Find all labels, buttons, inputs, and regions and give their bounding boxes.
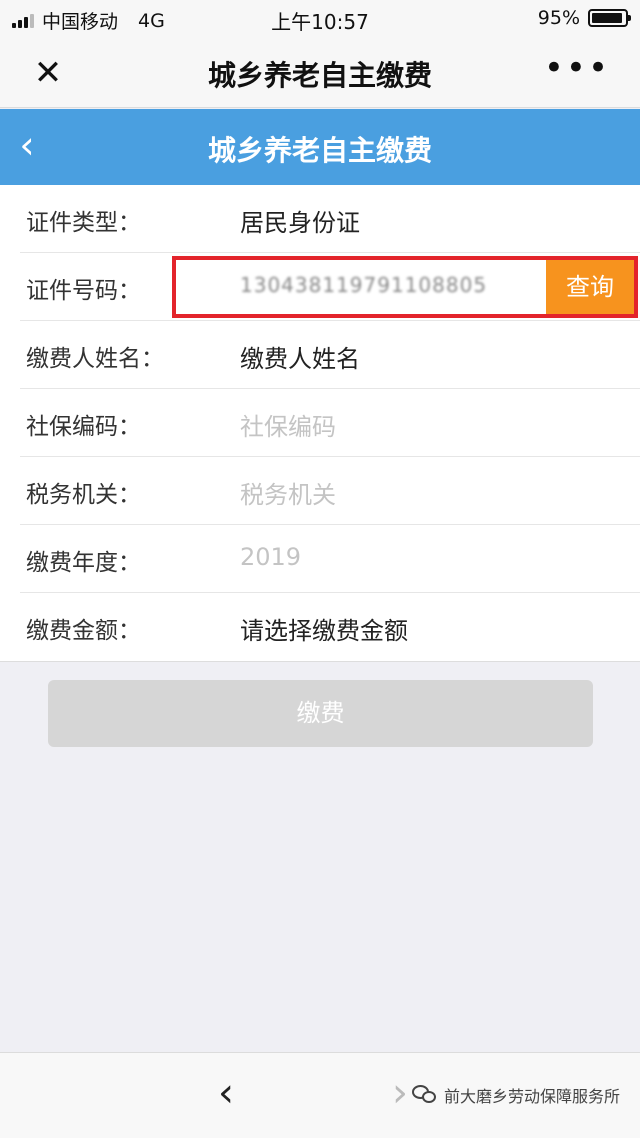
battery-icon: [588, 9, 631, 27]
battery-fill: [592, 13, 623, 23]
query-button[interactable]: 查询: [546, 260, 634, 314]
status-bar: 中国移动 4G 上午10:57 95%: [0, 0, 640, 36]
chevron-left-icon[interactable]: ‹: [218, 1073, 234, 1113]
more-icon[interactable]: •••: [544, 48, 610, 88]
payment-amount-select[interactable]: 请选择缴费金额: [240, 611, 408, 646]
payment-amount-label: 缴费金额：: [26, 618, 141, 644]
id-number-input[interactable]: 130438119791108805: [240, 273, 487, 297]
id-type-value[interactable]: 居民身份证: [240, 203, 360, 238]
payer-name-label: 缴费人姓名：: [26, 346, 164, 372]
form-row-social-security-code: 社保编码： 社保编码: [20, 389, 640, 457]
id-number-highlight: 130438119791108805 查询: [172, 256, 638, 318]
form-row-payment-year: 缴费年度： 2019: [20, 525, 640, 593]
id-type-label: 证件类型：: [26, 210, 141, 236]
payer-name-value: 缴费人姓名: [240, 345, 360, 373]
battery-percent: 95%: [537, 7, 580, 29]
social-security-code-label: 社保编码：: [26, 414, 141, 440]
payment-form: 证件类型： 居民身份证 证件号码： 130438119791108805 查询 …: [0, 185, 640, 662]
form-row-tax-authority: 税务机关： 税务机关: [20, 457, 640, 525]
bottom-browser-bar: ‹ › 前大磨乡劳动保障服务所: [0, 1052, 640, 1138]
page-nav-bar: ‹ 城乡养老自主缴费: [0, 109, 640, 185]
form-row-payer-name: 缴费人姓名： 缴费人姓名: [20, 321, 640, 389]
id-number-label: 证件号码：: [26, 278, 141, 304]
payment-year-label: 缴费年度：: [26, 550, 141, 576]
page-title: 城乡养老自主缴费: [207, 134, 432, 167]
tax-authority-label: 税务机关：: [26, 482, 141, 508]
tax-authority-field[interactable]: 税务机关: [240, 475, 336, 510]
watermark: 前大磨乡劳动保障服务所: [411, 1083, 620, 1107]
form-row-id-type[interactable]: 证件类型： 居民身份证: [20, 185, 640, 253]
chevron-right-icon[interactable]: ›: [392, 1073, 408, 1113]
wechat-header: ✕ 城乡养老自主缴费 •••: [0, 36, 640, 108]
pay-button[interactable]: 缴费: [48, 680, 593, 747]
form-row-payment-amount[interactable]: 缴费金额： 请选择缴费金额: [20, 593, 640, 661]
watermark-text: 前大磨乡劳动保障服务所: [443, 1087, 620, 1106]
payment-year-field[interactable]: 2019: [240, 543, 301, 571]
form-row-id-number: 证件号码： 130438119791108805 查询: [20, 253, 640, 321]
social-security-code-field[interactable]: 社保编码: [240, 407, 336, 442]
status-right: 95%: [537, 7, 631, 29]
wechat-logo-icon: [411, 1085, 438, 1105]
